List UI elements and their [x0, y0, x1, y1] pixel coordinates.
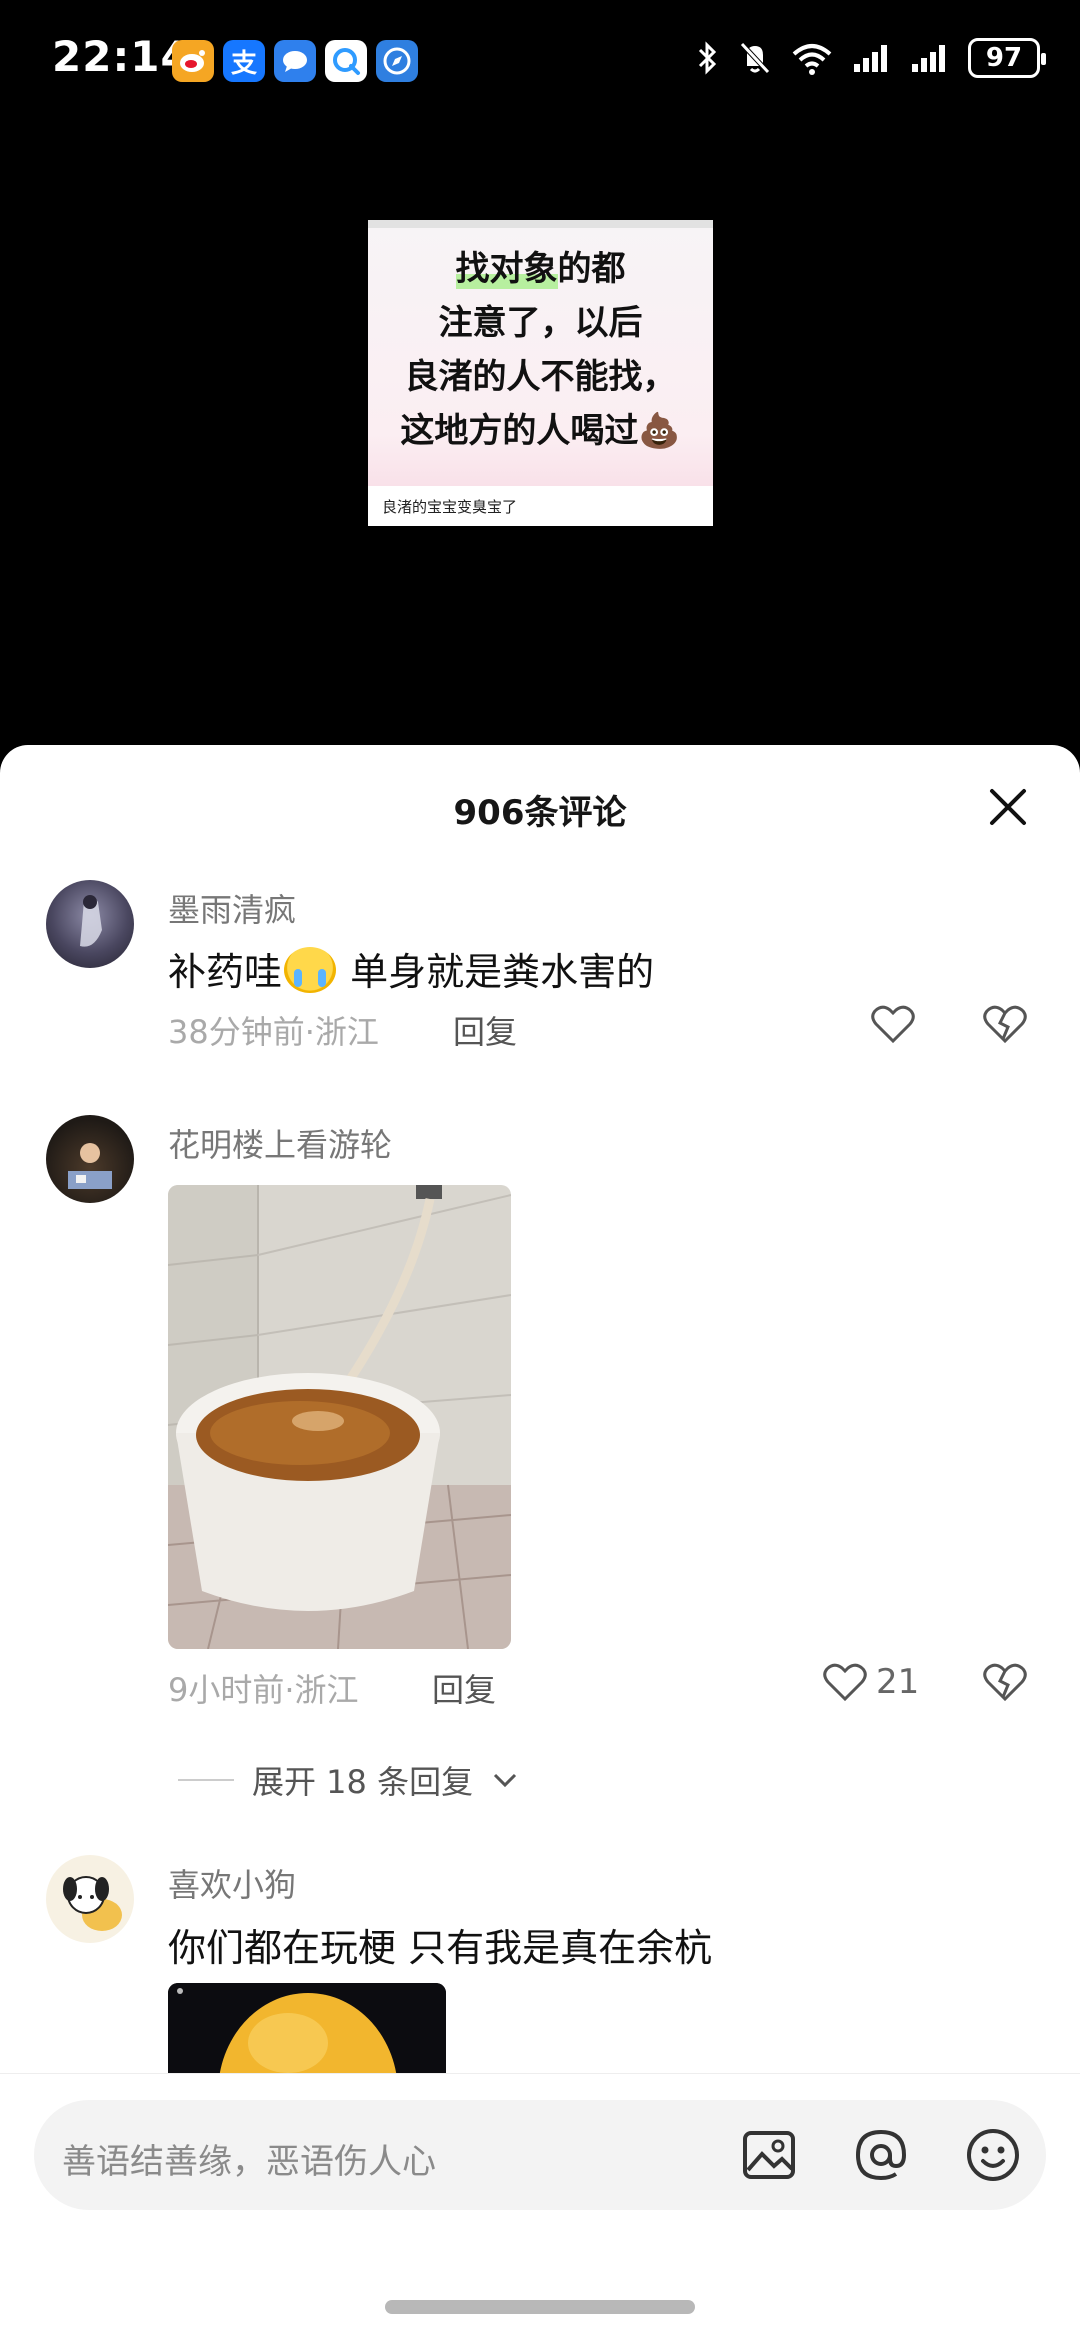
chevron-down-icon	[494, 1773, 517, 1788]
weibo-icon	[172, 40, 214, 82]
comment-input-bar: 善语结善缘，恶语伤人心	[0, 2073, 1080, 2331]
alipay-icon: 支	[223, 40, 265, 82]
wifi-icon	[792, 44, 832, 75]
comment-author[interactable]: 花明楼上看游轮	[168, 1120, 392, 1166]
reply-button[interactable]: 回复	[453, 1007, 517, 1053]
reply-button[interactable]: 回复	[432, 1665, 496, 1711]
bluetooth-icon	[698, 41, 717, 75]
avatar[interactable]	[46, 1855, 134, 1943]
home-indicator[interactable]	[385, 2300, 695, 2314]
preview-caption: 良渚的宝宝变臭宝了	[368, 486, 713, 526]
avatar[interactable]	[46, 1115, 134, 1203]
preview-lines-rest: 注意了，以后 良渚的人不能找， 这地方的人喝过💩	[400, 303, 681, 451]
signal-2-icon	[912, 45, 945, 72]
comment-photo[interactable]	[168, 1185, 511, 1649]
comment-text: 你们都在玩梗 只有我是真在余杭	[168, 1926, 713, 1970]
expand-divider	[178, 1779, 234, 1781]
comment-author[interactable]: 喜欢小狗	[168, 1860, 296, 1906]
close-button[interactable]	[988, 787, 1028, 827]
video-preview[interactable]: 找对象的都 注意了，以后 良渚的人不能找， 这地方的人喝过💩 良渚的宝宝变臭宝了	[368, 220, 713, 526]
crying-emoji-icon	[284, 947, 337, 993]
avatar[interactable]	[46, 880, 134, 968]
comment-text-before: 补药哇	[168, 950, 283, 994]
comment-sheet: 906条评论 墨雨清疯 补药哇 单身就是粪水害的 38分钟前·浙江 回复 花明楼…	[0, 745, 1080, 2331]
heart-icon	[823, 1663, 867, 1702]
mute-bell-icon	[740, 42, 770, 74]
preview-top-strip	[368, 220, 713, 228]
status-bar: 22:14 支 97	[0, 0, 1080, 120]
qq-browser-icon	[325, 40, 367, 82]
emoji-button[interactable]	[964, 2126, 1022, 2184]
compass-icon	[376, 40, 418, 82]
dislike-button[interactable]	[982, 1661, 1028, 1707]
preview-text: 找对象的都 注意了，以后 良渚的人不能找， 这地方的人喝过💩	[368, 242, 713, 458]
status-time: 22:14	[52, 32, 191, 81]
image-icon	[743, 2131, 795, 2179]
like-button[interactable]	[870, 1003, 916, 1045]
comment-meta: 38分钟前·浙江	[168, 1013, 379, 1051]
broken-heart-icon	[983, 1663, 1027, 1702]
close-icon	[990, 789, 1026, 825]
heart-icon	[871, 1005, 915, 1044]
mention-button[interactable]	[852, 2126, 910, 2184]
like-button[interactable]: 21	[822, 1661, 919, 1703]
input-placeholder: 善语结善缘，恶语伤人心	[62, 2142, 436, 2182]
signal-1-icon	[854, 45, 887, 72]
expand-replies-button[interactable]: 展开 18 条回复	[178, 1757, 519, 1803]
comment-count-title: 906条评论	[453, 793, 627, 833]
at-sign-icon	[855, 2129, 907, 2181]
smiley-icon	[967, 2129, 1019, 2181]
system-icons: 97	[696, 38, 1046, 78]
preview-highlight: 找对象	[455, 249, 558, 289]
comment-input[interactable]: 善语结善缘，恶语伤人心	[34, 2100, 1046, 2210]
dislike-button[interactable]	[982, 1003, 1028, 1049]
expand-replies-label: 展开 18 条回复	[252, 1763, 474, 1801]
image-picker-button[interactable]	[740, 2126, 798, 2184]
battery-indicator: 97	[968, 38, 1046, 78]
comment-meta: 9小时前·浙江	[168, 1671, 359, 1709]
comment-text-after: 单身就是粪水害的	[338, 950, 655, 994]
preview-line1-rest: 的都	[557, 249, 626, 289]
comment-author[interactable]: 墨雨清疯	[168, 885, 296, 931]
like-count: 21	[876, 1662, 920, 1702]
notification-app-icons: 支	[172, 40, 418, 82]
broken-heart-icon	[983, 1005, 1027, 1044]
comment-text: 补药哇 单身就是粪水害的	[168, 941, 654, 996]
message-icon	[274, 40, 316, 82]
